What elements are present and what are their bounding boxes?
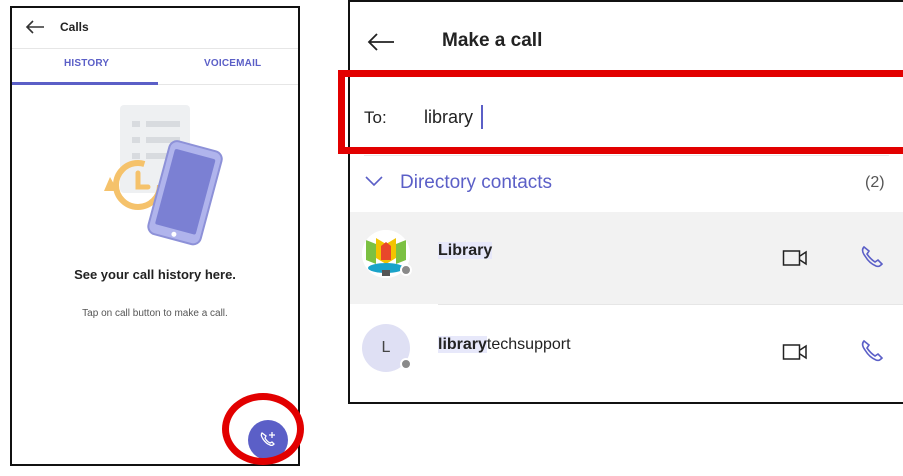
- tab-history[interactable]: HISTORY: [64, 58, 109, 69]
- presence-indicator: [400, 358, 412, 370]
- call-history-illustration: [104, 105, 223, 246]
- contact-name: Library: [438, 242, 493, 259]
- tab-voicemail[interactable]: VOICEMAIL: [204, 58, 261, 69]
- video-call-icon[interactable]: [782, 342, 808, 367]
- calls-tabs: HISTORY VOICEMAIL: [12, 52, 298, 85]
- directory-contacts-header[interactable]: Directory contacts (2): [350, 162, 903, 206]
- contact-row[interactable]: L librarytechsupport: [350, 306, 903, 398]
- phone-call-icon[interactable]: [858, 244, 884, 275]
- divider: [438, 304, 903, 305]
- contact-name: librarytechsupport: [438, 336, 571, 353]
- make-call-header: Make a call: [350, 2, 903, 72]
- calls-header: Calls: [12, 8, 298, 49]
- active-tab-indicator: [12, 82, 158, 85]
- directory-contacts-count: (2): [865, 174, 885, 191]
- chevron-down-icon[interactable]: [364, 174, 384, 193]
- directory-contacts-label: Directory contacts: [400, 172, 553, 193]
- make-call-screen: Make a call To: Directory contacts (2): [348, 0, 903, 404]
- divider: [364, 155, 889, 156]
- presence-indicator: [400, 264, 412, 276]
- empty-state-subtitle: Tap on call button to make a call.: [82, 308, 228, 319]
- video-call-icon[interactable]: [782, 248, 808, 273]
- back-arrow-icon[interactable]: [24, 18, 46, 36]
- page-title: Make a call: [442, 30, 543, 51]
- page-title: Calls: [60, 20, 89, 34]
- back-arrow-icon[interactable]: [366, 32, 396, 57]
- phone-call-icon[interactable]: [858, 338, 884, 369]
- highlight-rectangle: [338, 70, 903, 154]
- contact-row[interactable]: Library: [350, 212, 903, 304]
- highlight-circle: [222, 393, 304, 465]
- empty-state-title: See your call history here.: [74, 267, 236, 282]
